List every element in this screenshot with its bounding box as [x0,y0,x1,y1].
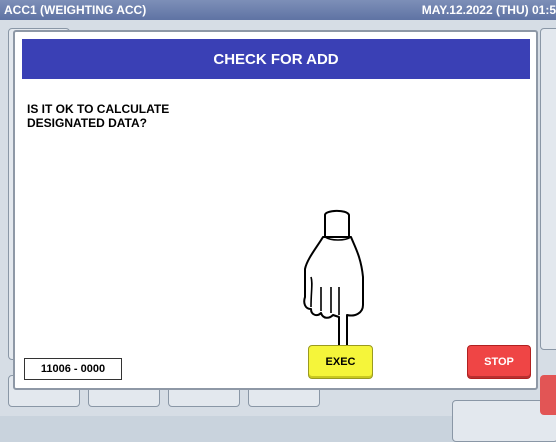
screen-title: ACC1 (WEIGHTING ACC) [4,3,147,17]
background-red-key [540,375,556,415]
date-time: MAY.12.2022 (THU) 01:5 [421,3,556,17]
pointing-hand-icon [303,209,364,355]
dialog-title: CHECK FOR ADD [22,39,530,79]
background-tile [540,28,556,350]
dialog-message: IS IT OK TO CALCULATE DESIGNATED DATA? [27,102,170,130]
status-bar: ACC1 (WEIGHTING ACC) MAY.12.2022 (THU) 0… [0,0,556,20]
check-for-add-dialog: CHECK FOR ADD IS IT OK TO CALCULATE DESI… [13,30,538,390]
stop-button[interactable]: STOP [467,345,531,379]
dialog-code: 11006 - 0000 [24,358,122,380]
exec-button[interactable]: EXEC [308,345,373,379]
